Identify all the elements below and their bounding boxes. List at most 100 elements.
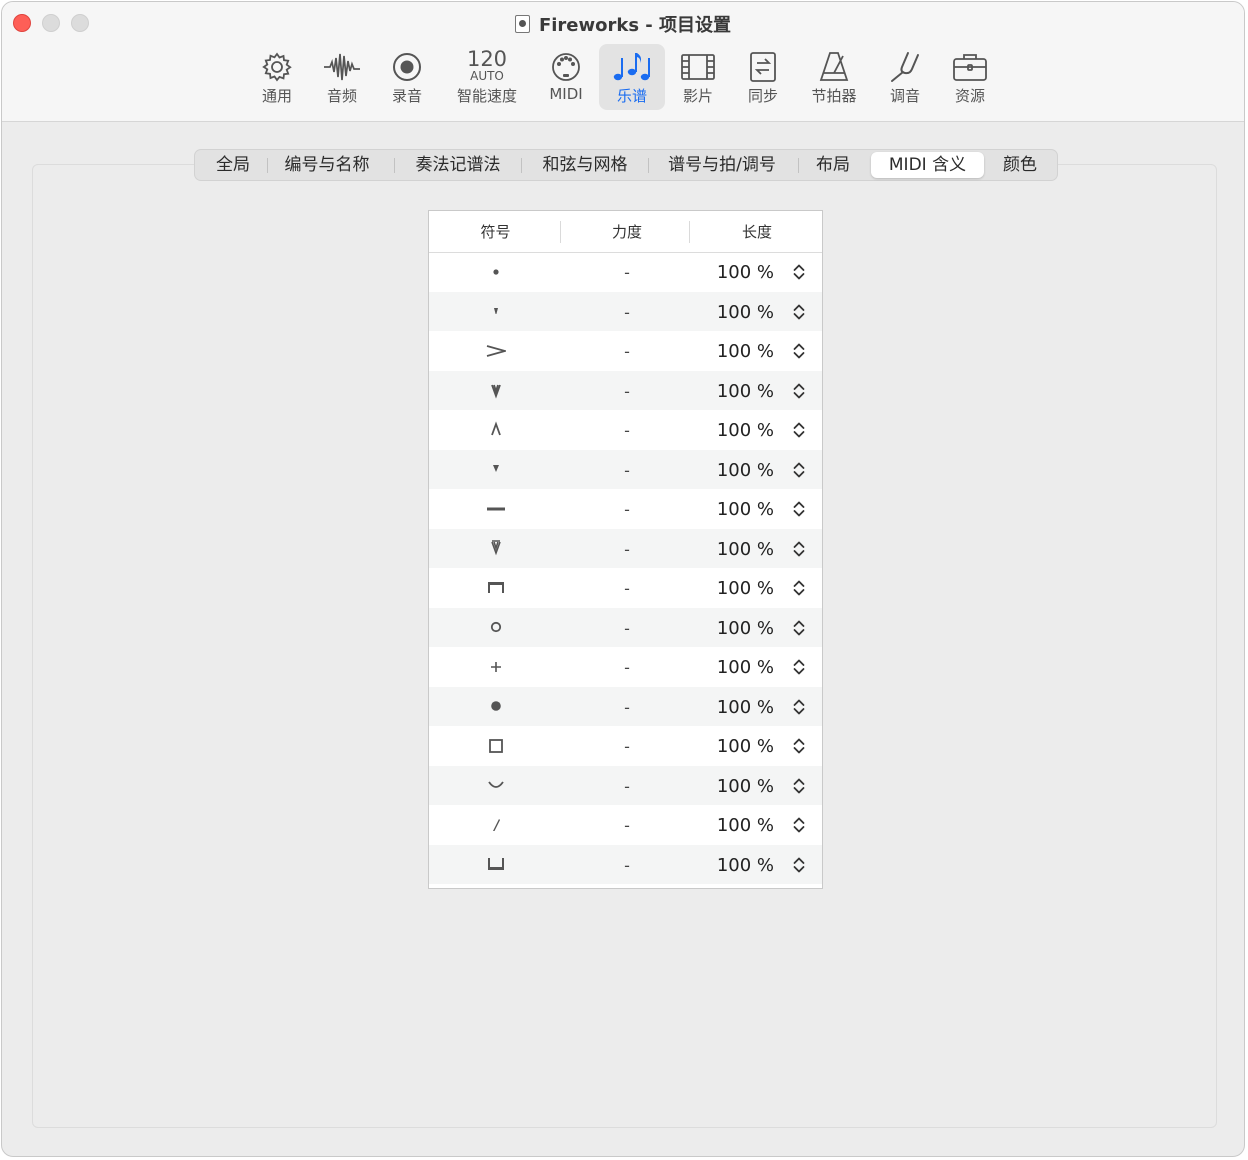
symbol-cell [429, 410, 562, 449]
project-settings-window: Fireworks - 项目设置 通用 音频 录音 120 AUTO 智能速度 … [1, 1, 1245, 1157]
symbol-cell [429, 687, 562, 726]
music-notes-icon [613, 53, 650, 81]
table-row[interactable]: - 100 % [429, 489, 822, 529]
length-value[interactable]: 100 % [699, 647, 774, 686]
table-row[interactable]: - 100 % [429, 844, 822, 884]
toolbar-midi[interactable]: MIDI [534, 44, 598, 110]
tempo-auto: AUTO [470, 69, 504, 83]
length-stepper-icon[interactable] [792, 619, 806, 637]
toolbar-label: 同步 [747, 87, 778, 105]
length-stepper-icon[interactable] [792, 342, 806, 360]
length-stepper-icon[interactable] [792, 500, 806, 518]
symbol-cell [429, 331, 562, 370]
toolbar-record[interactable]: 录音 [375, 44, 439, 110]
length-value[interactable]: 100 % [699, 331, 774, 370]
length-stepper-icon[interactable] [792, 263, 806, 281]
length-stepper-icon[interactable] [792, 698, 806, 716]
length-stepper-icon[interactable] [792, 382, 806, 400]
tab-midi-meaning[interactable]: MIDI 含义 [871, 152, 984, 178]
table-row[interactable]: - 100 % [429, 607, 822, 647]
tab-clefs-signatures[interactable]: 谱号与拍/调号 [654, 150, 790, 180]
velocity-cell: - [624, 342, 630, 361]
length-value[interactable]: 100 % [699, 726, 774, 765]
table-row[interactable]: - 100 % [429, 449, 822, 489]
velocity-cell: - [624, 658, 630, 677]
length-stepper-icon[interactable] [792, 461, 806, 479]
table-row[interactable]: - 100 % [429, 726, 822, 766]
tab-layout[interactable]: 布局 [806, 150, 860, 180]
column-header-velocity[interactable]: 力度 [562, 211, 692, 252]
table-row[interactable]: - 100 % [429, 528, 822, 568]
length-value[interactable]: 100 % [699, 766, 774, 805]
length-value[interactable]: 100 % [699, 529, 774, 568]
length-stepper-icon[interactable] [792, 856, 806, 874]
length-value[interactable]: 100 % [699, 608, 774, 647]
toolbar-general[interactable]: 通用 [245, 44, 309, 110]
tab-global[interactable]: 全局 [203, 150, 263, 180]
record-icon [393, 53, 421, 81]
table-row[interactable]: - 100 % [429, 291, 822, 331]
length-value[interactable]: 100 % [699, 568, 774, 607]
toolbar-movie[interactable]: 影片 [666, 44, 730, 110]
harmonic-circle-icon [490, 621, 501, 633]
toolbar-metronome[interactable]: 节拍器 [799, 44, 869, 110]
table-row[interactable]: - 100 % [429, 647, 822, 687]
toolbar-label: 调音 [889, 87, 920, 105]
length-value[interactable]: 100 % [699, 805, 774, 844]
table-row[interactable]: - 100 % [429, 410, 822, 450]
length-value[interactable]: 100 % [699, 252, 774, 291]
table-row[interactable]: - 100 % [429, 805, 822, 845]
table-row[interactable]: - 100 % [429, 331, 822, 371]
tab-numbers-names[interactable]: 编号与名称 [273, 150, 381, 180]
tab-notation[interactable]: 奏法记谱法 [400, 150, 516, 180]
table-row[interactable]: - 100 % [429, 686, 822, 726]
gear-icon [262, 52, 292, 82]
staccato-dot-icon [492, 268, 499, 275]
velocity-cell: - [624, 776, 630, 796]
column-header-symbol[interactable]: 符号 [429, 211, 562, 252]
length-stepper-icon[interactable] [792, 421, 806, 439]
length-value[interactable]: 100 % [699, 371, 774, 410]
velocity-cell: - [624, 855, 630, 875]
column-header-length[interactable]: 长度 [692, 211, 822, 252]
marcato-up-icon [490, 420, 501, 435]
window-title: Fireworks - 项目设置 [2, 11, 1244, 37]
length-stepper-icon[interactable] [792, 816, 806, 834]
velocity-cell: - [624, 421, 630, 440]
toolbar-tuning[interactable]: 调音 [873, 44, 937, 110]
length-stepper-icon[interactable] [792, 540, 806, 558]
toolbar-assets[interactable]: 资源 [938, 44, 1002, 110]
document-icon [514, 15, 530, 33]
tab-chords-grids[interactable]: 和弦与网格 [527, 150, 643, 180]
length-stepper-icon[interactable] [792, 777, 806, 795]
slash-stroke-icon [492, 818, 500, 831]
velocity-cell: - [624, 737, 630, 756]
table-row[interactable]: - 100 % [429, 568, 822, 608]
toolbar-smart-tempo[interactable]: 120 AUTO 智能速度 [448, 44, 526, 110]
length-stepper-icon[interactable] [792, 737, 806, 755]
toolbar-label: 智能速度 [456, 87, 517, 105]
length-value[interactable]: 100 % [699, 687, 774, 726]
table-row[interactable]: - 100 % [429, 765, 822, 805]
window-title-text: Fireworks - 项目设置 [538, 15, 732, 36]
toolbar-score[interactable]: 乐谱 [599, 44, 665, 110]
length-value[interactable]: 100 % [699, 292, 774, 331]
velocity-cell: - [624, 539, 630, 559]
length-value[interactable]: 100 % [699, 845, 774, 884]
length-stepper-icon[interactable] [792, 303, 806, 321]
table-row[interactable]: - 100 % [429, 370, 822, 410]
velocity-cell: - [624, 263, 630, 282]
velocity-cell: - [624, 618, 630, 638]
tab-colors[interactable]: 颜色 [991, 150, 1049, 180]
down-bow-icon [487, 581, 504, 593]
length-stepper-icon[interactable] [792, 579, 806, 597]
toolbar-sync[interactable]: 同步 [731, 44, 795, 110]
length-value[interactable]: 100 % [699, 410, 774, 449]
film-icon [681, 54, 715, 80]
toolbar-audio[interactable]: 音频 [310, 44, 374, 110]
length-value[interactable]: 100 % [699, 450, 774, 489]
length-value[interactable]: 100 % [699, 489, 774, 528]
table-row[interactable]: - 100 % [429, 252, 822, 292]
velocity-cell: - [624, 697, 630, 717]
length-stepper-icon[interactable] [792, 658, 806, 676]
